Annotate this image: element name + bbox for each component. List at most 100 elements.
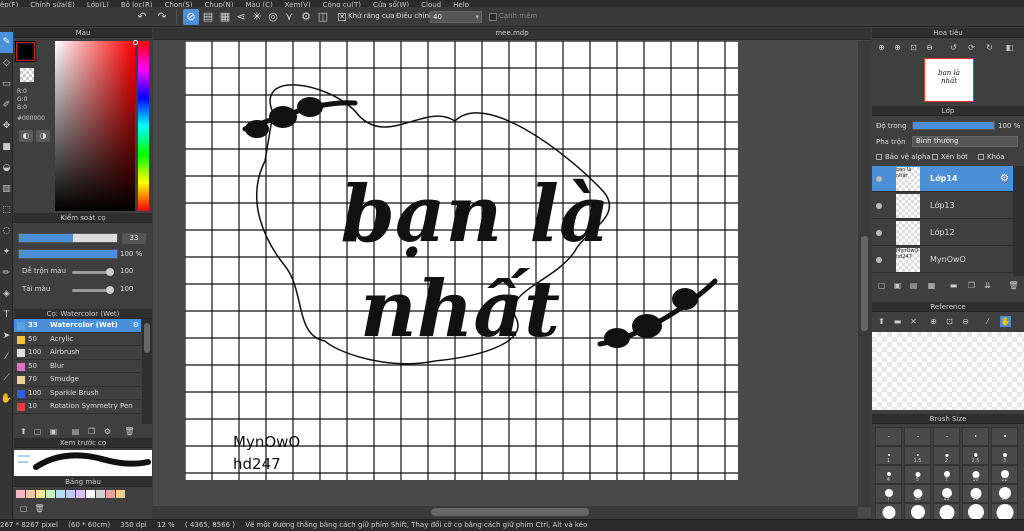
- lasso-tool-icon[interactable]: ◌: [0, 221, 13, 242]
- snap-circle-icon[interactable]: ◎: [265, 9, 281, 25]
- text-tool-icon[interactable]: T: [0, 305, 13, 326]
- brush-size-cell[interactable]: 2: [933, 446, 960, 465]
- palette-add-icon[interactable]: ▢: [18, 503, 29, 514]
- palette-color-chip[interactable]: [66, 490, 75, 498]
- layer-visibility-icon[interactable]: [876, 257, 882, 263]
- eraser-tool-icon[interactable]: ◇: [0, 53, 13, 74]
- brush-settings-icon[interactable]: ⚙: [102, 426, 113, 437]
- palette-color-chip[interactable]: [76, 490, 85, 498]
- merge-layer-icon[interactable]: ⇊: [982, 280, 993, 291]
- brush-settings-gear-icon[interactable]: ⚙: [133, 319, 139, 332]
- clipping-checkbox[interactable]: [932, 154, 938, 160]
- brush-size-cell[interactable]: [991, 427, 1018, 446]
- flip-icon[interactable]: ◧: [1004, 42, 1015, 53]
- dot-tool-icon[interactable]: ▭: [0, 74, 13, 95]
- reference-hand-icon[interactable]: ✋: [1000, 316, 1011, 327]
- magic-wand-icon[interactable]: ✦: [0, 242, 13, 263]
- gradient-tool-icon[interactable]: ▥: [0, 179, 13, 200]
- reference-zoom-in-icon[interactable]: ⊕: [928, 316, 939, 327]
- palette-color-chip[interactable]: [96, 490, 105, 498]
- brush-size-cell[interactable]: 2.5: [962, 446, 989, 465]
- rect-tool-icon[interactable]: ■: [0, 137, 13, 158]
- zoom-in-alt-icon[interactable]: ⊕: [892, 42, 903, 53]
- canvas-vertical-scroll-thumb[interactable]: [861, 236, 868, 331]
- snap-curve-icon[interactable]: ⋎: [281, 9, 297, 25]
- brush-list-item[interactable]: 50 Acrylic: [14, 333, 141, 346]
- protect-alpha-checkbox[interactable]: [876, 154, 882, 160]
- reference-eyedropper-icon[interactable]: ⁄: [982, 316, 993, 327]
- reference-close-icon[interactable]: ✕: [908, 316, 919, 327]
- brush-list-item[interactable]: 10 Rotation Symmetry Pen: [14, 400, 141, 414]
- brush-size-slider[interactable]: [18, 233, 118, 243]
- palette-color-chip[interactable]: [16, 490, 25, 498]
- layer-opacity-slider[interactable]: [912, 121, 995, 130]
- redo-icon[interactable]: ↷: [154, 9, 170, 25]
- layer-add-menu-icon[interactable]: ▦: [926, 280, 937, 291]
- zoom-in-icon[interactable]: ⊕: [876, 42, 887, 53]
- soft-edge-checkbox[interactable]: [489, 13, 497, 21]
- brush-size-cell[interactable]: 7: [875, 484, 902, 503]
- snap-parallel-icon[interactable]: ▤: [200, 9, 216, 25]
- layer-list-scrollbar[interactable]: [1013, 166, 1024, 276]
- transparent-color-swatch[interactable]: [20, 68, 34, 82]
- brush-folder-icon[interactable]: ▤: [70, 426, 81, 437]
- reference-cloud-icon[interactable]: ⬆: [876, 316, 887, 327]
- brush-copy-icon[interactable]: ❐: [86, 426, 97, 437]
- new-8bit-layer-icon[interactable]: ▤: [908, 280, 919, 291]
- canvas-horizontal-scroll-thumb[interactable]: [431, 508, 589, 516]
- brush-tool-icon[interactable]: ✎: [0, 32, 13, 53]
- brush-size-cell[interactable]: [962, 427, 989, 446]
- layer-visibility-icon[interactable]: [876, 203, 882, 209]
- brush-size-cell[interactable]: 15: [962, 484, 989, 503]
- snap-radial-icon[interactable]: ✳: [249, 9, 265, 25]
- duplicate-layer-icon[interactable]: ❐: [966, 280, 977, 291]
- brush-size-cell[interactable]: 7: [933, 465, 960, 484]
- layer-blend-select[interactable]: Bình thường: [912, 136, 1018, 147]
- navigator-thumbnail[interactable]: bạn là nhất: [924, 58, 974, 102]
- foreground-color-swatch[interactable]: [16, 42, 35, 61]
- layer-visibility-icon[interactable]: [876, 176, 882, 182]
- adjust-select[interactable]: 40: [430, 11, 482, 23]
- palette-color-chip[interactable]: [46, 490, 55, 498]
- brush-size-cell[interactable]: 12: [991, 465, 1018, 484]
- paint-load-slider-knob[interactable]: [106, 286, 114, 294]
- new-layer-icon[interactable]: ▢: [876, 280, 887, 291]
- brush-list-item[interactable]: 70 Smudge: [14, 373, 141, 387]
- canvas-vertical-scrollbar[interactable]: [858, 41, 871, 507]
- brush-size-cell[interactable]: 1: [875, 446, 902, 465]
- hand-tool-icon[interactable]: ✋: [0, 389, 13, 410]
- palette-color-chip[interactable]: [86, 490, 95, 498]
- brush-list-item[interactable]: 33 Watercolor (Wet) ⚙: [14, 319, 141, 333]
- paint-load-slider[interactable]: [72, 286, 114, 294]
- palette-color-chip[interactable]: [106, 490, 115, 498]
- blend-slider[interactable]: [72, 268, 114, 276]
- palette-color-chip[interactable]: [26, 490, 35, 498]
- blend-slider-knob[interactable]: [106, 268, 114, 276]
- brush-add-menu-icon[interactable]: ▣: [48, 426, 59, 437]
- brush-list-scrollbar[interactable]: [142, 319, 152, 424]
- palette-icon[interactable]: ◐: [19, 130, 33, 142]
- brush-size-cell[interactable]: 4: [875, 465, 902, 484]
- divide-tool-icon[interactable]: ⟋: [0, 368, 13, 389]
- snap-off-icon[interactable]: ⊘: [183, 9, 199, 25]
- brush-list-item[interactable]: 100 Sparkle Brush: [14, 387, 141, 400]
- brush-size-cell[interactable]: 5: [904, 465, 931, 484]
- layer-row[interactable]: bạn là nhất Lớp14 ⚙: [872, 166, 1013, 192]
- brush-cloud-icon[interactable]: ⬆: [18, 426, 29, 437]
- document-tab[interactable]: mee.mdp: [153, 28, 871, 40]
- fill-tool-icon[interactable]: ◒: [0, 158, 13, 179]
- palette-color-chip[interactable]: [36, 490, 45, 498]
- brush-size-cell[interactable]: 10: [962, 465, 989, 484]
- snap-perspective-icon[interactable]: ⋖: [233, 9, 249, 25]
- saturation-value-picker[interactable]: [55, 41, 135, 211]
- lock-checkbox[interactable]: [978, 154, 984, 160]
- snap-settings-icon[interactable]: ⚙: [298, 9, 314, 25]
- reference-fit-icon[interactable]: ⊡: [944, 316, 955, 327]
- reference-canvas[interactable]: [872, 332, 1024, 410]
- new-halftone-layer-icon[interactable]: ▣: [892, 280, 903, 291]
- select-eraser-icon[interactable]: ◈: [0, 284, 13, 305]
- palette-delete-icon[interactable]: 🗑: [34, 503, 45, 514]
- reference-zoom-out-icon[interactable]: ⊖: [960, 316, 971, 327]
- rotate-right-icon[interactable]: ↻: [984, 42, 995, 53]
- color-history-icon[interactable]: ◑: [36, 130, 50, 142]
